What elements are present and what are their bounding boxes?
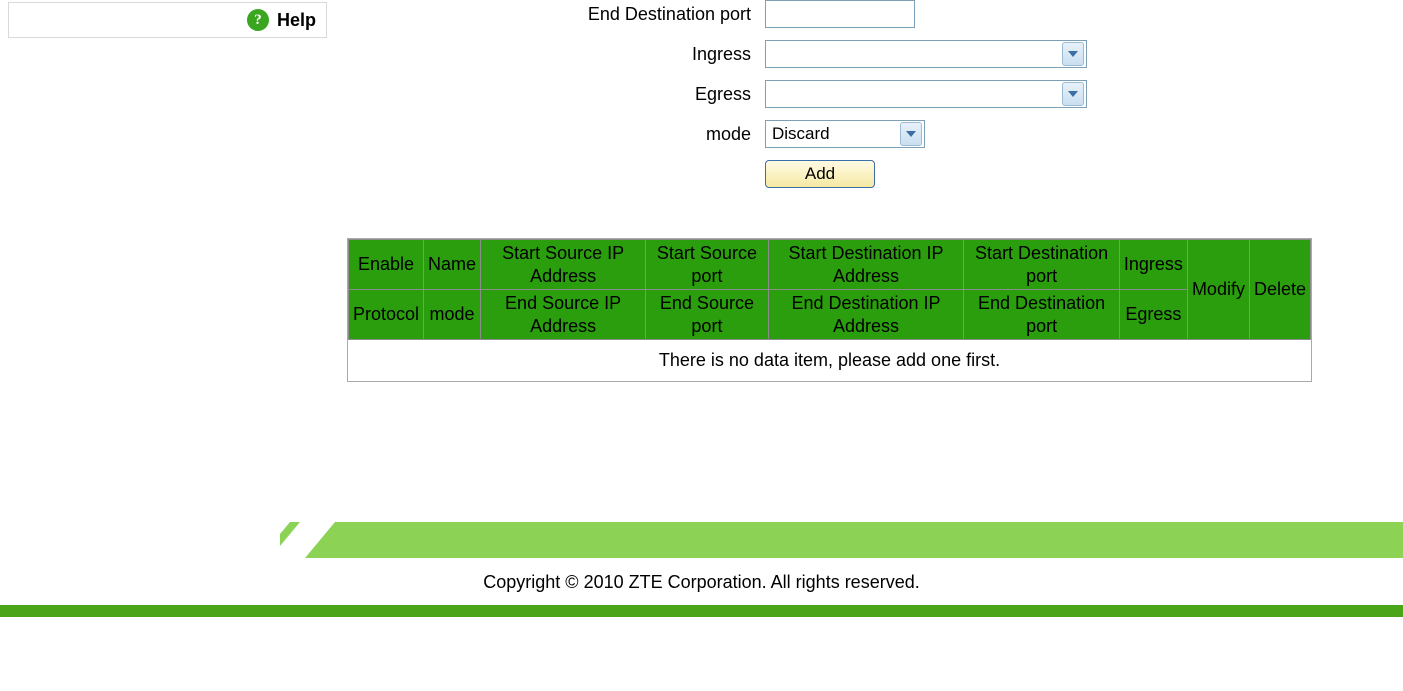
egress-label: Egress [335,84,765,105]
col-ingress: Ingress [1119,240,1187,290]
chevron-down-icon [1062,42,1084,66]
end-dest-port-label: End Destination port [335,4,765,25]
col-protocol: Protocol [349,290,424,340]
empty-message: There is no data item, please add one fi… [349,340,1311,382]
ingress-select[interactable] [765,40,1087,68]
mode-label: mode [335,124,765,145]
egress-select[interactable] [765,80,1087,108]
help-label: Help [277,10,316,31]
col-name: Name [424,240,481,290]
col-egress: Egress [1119,290,1187,340]
main-content: End Destination port Ingress Egress [335,0,1403,382]
col-end-src-port: End Source port [646,290,769,340]
mode-value: Discard [772,124,830,144]
col-start-dst-port: Start Destination port [964,240,1120,290]
col-start-dst-ip: Start Destination IP Address [768,240,964,290]
add-button[interactable]: Add [765,160,875,188]
col-delete: Delete [1249,240,1310,340]
footer-stripe [0,522,1403,558]
help-icon: ? [247,9,269,31]
ingress-label: Ingress [335,44,765,65]
col-enable: Enable [349,240,424,290]
col-start-src-ip: Start Source IP Address [481,240,646,290]
col-modify: Modify [1187,240,1249,340]
col-end-dst-port: End Destination port [964,290,1120,340]
col-start-src-port: Start Source port [646,240,769,290]
chevron-down-icon [1062,82,1084,106]
sidebar: ? Help [0,0,335,40]
mode-select[interactable]: Discard [765,120,925,148]
end-dest-port-input[interactable] [765,0,915,28]
col-end-dst-ip: End Destination IP Address [768,290,964,340]
col-mode: mode [424,290,481,340]
copyright-text: Copyright © 2010 ZTE Corporation. All ri… [0,558,1403,605]
chevron-down-icon [900,122,922,146]
footer: Copyright © 2010 ZTE Corporation. All ri… [0,522,1403,617]
col-end-src-ip: End Source IP Address [481,290,646,340]
rules-table: Enable Name Start Source IP Address Star… [347,238,1312,382]
footer-bar [0,605,1403,617]
help-link[interactable]: ? Help [8,2,327,38]
